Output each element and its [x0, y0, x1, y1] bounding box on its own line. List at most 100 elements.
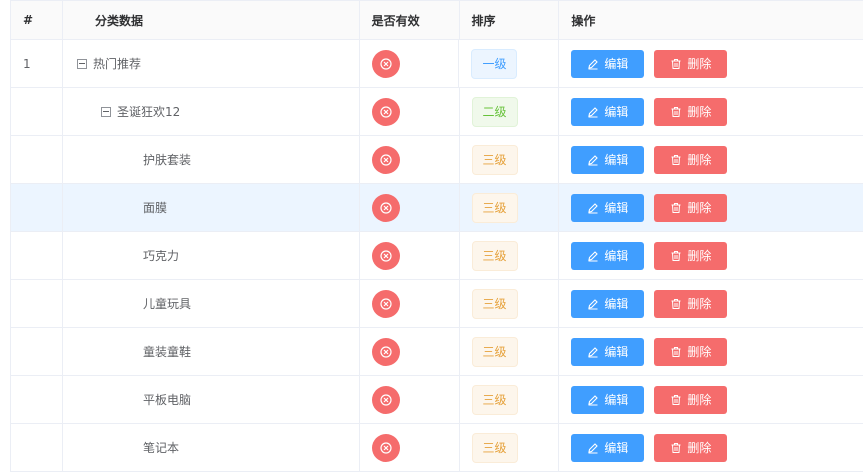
edit-button[interactable]: 编辑 — [571, 193, 645, 222]
table-row[interactable]: 1 热门推荐 一级 编辑 删除 — [11, 40, 863, 88]
delete-button[interactable]: 删除 — [654, 49, 728, 78]
category-name-cell: 巧克力 — [63, 232, 360, 279]
table-row[interactable]: 平板电脑 三级 编辑 删除 — [11, 376, 863, 424]
order-cell: 三级 — [460, 184, 560, 231]
delete-button[interactable]: 删除 — [654, 193, 728, 222]
edit-button[interactable]: 编辑 — [571, 385, 645, 414]
order-cell: 三级 — [460, 232, 560, 279]
delete-button[interactable]: 删除 — [654, 241, 728, 270]
edit-label: 编辑 — [604, 249, 629, 263]
category-name-cell: 童装童鞋 — [63, 328, 360, 375]
collapse-icon[interactable] — [76, 58, 87, 69]
edit-button[interactable]: 编辑 — [571, 241, 645, 270]
order-tag: 三级 — [471, 192, 518, 223]
edit-button[interactable]: 编辑 — [571, 97, 645, 126]
edit-label: 编辑 — [604, 345, 629, 359]
actions-cell: 编辑 删除 — [559, 184, 863, 231]
table-body: 1 热门推荐 一级 编辑 删除 圣诞狂欢12 二级 编辑 删除 护肤套装 三级 编辑 删除 面膜 三级 编辑删… — [11, 40, 863, 472]
valid-cell — [360, 136, 460, 183]
table-header: # 分类数据 是否有效 排序 操作 — [11, 1, 863, 40]
order-cell: 三级 — [460, 376, 560, 423]
category-name-cell: 护肤套装 — [63, 136, 360, 183]
close-circle-icon — [371, 433, 400, 462]
category-name: 巧克力 — [142, 249, 179, 263]
valid-cell — [360, 184, 460, 231]
header-order: 排序 — [460, 1, 560, 39]
edit-icon — [587, 394, 599, 406]
category-name: 护肤套装 — [142, 153, 191, 167]
order-tag: 三级 — [471, 288, 518, 319]
category-name: 热门推荐 — [92, 57, 141, 71]
category-name: 儿童玩具 — [142, 297, 191, 311]
delete-button[interactable]: 删除 — [654, 145, 728, 174]
trash-icon — [670, 394, 682, 406]
table-row[interactable]: 护肤套装 三级 编辑 删除 — [11, 136, 863, 184]
delete-label: 删除 — [687, 345, 712, 359]
trash-icon — [670, 106, 682, 118]
collapse-icon[interactable] — [100, 106, 111, 117]
order-tag: 三级 — [471, 384, 518, 415]
trash-icon — [670, 250, 682, 262]
category-name: 面膜 — [142, 201, 167, 215]
edit-button[interactable]: 编辑 — [571, 433, 645, 462]
header-index: # — [11, 1, 63, 39]
edit-label: 编辑 — [604, 297, 629, 311]
trash-icon — [670, 154, 682, 166]
header-name: 分类数据 — [63, 1, 360, 39]
order-tag: 三级 — [471, 144, 518, 175]
valid-cell — [360, 232, 460, 279]
order-tag: 二级 — [471, 96, 518, 127]
edit-label: 编辑 — [604, 201, 629, 215]
edit-button[interactable]: 编辑 — [571, 289, 645, 318]
delete-label: 删除 — [687, 249, 712, 263]
table-row[interactable]: 儿童玩具 三级 编辑 删除 — [11, 280, 863, 328]
table-row[interactable]: 圣诞狂欢12 二级 编辑 删除 — [11, 88, 863, 136]
delete-button[interactable]: 删除 — [654, 385, 728, 414]
edit-icon — [587, 442, 599, 454]
order-cell: 二级 — [460, 88, 560, 135]
table-row[interactable]: 面膜 三级 编辑 删除 — [11, 184, 863, 232]
table-row[interactable]: 巧克力 三级 编辑 删除 — [11, 232, 863, 280]
delete-label: 删除 — [687, 297, 712, 311]
row-index — [11, 232, 63, 279]
category-name-cell: 平板电脑 — [63, 376, 360, 423]
trash-icon — [670, 58, 682, 70]
row-index — [11, 328, 63, 375]
category-name: 圣诞狂欢12 — [116, 105, 181, 119]
order-tag: 三级 — [471, 432, 518, 463]
category-name: 平板电脑 — [142, 393, 191, 407]
delete-button[interactable]: 删除 — [654, 289, 728, 318]
edit-button[interactable]: 编辑 — [571, 337, 645, 366]
category-name-cell: 笔记本 — [63, 424, 360, 471]
category-name-cell: 热门推荐 — [63, 40, 360, 87]
edit-button[interactable]: 编辑 — [571, 49, 645, 78]
edit-label: 编辑 — [604, 57, 629, 71]
edit-label: 编辑 — [604, 441, 629, 455]
actions-cell: 编辑 删除 — [559, 328, 863, 375]
valid-cell — [360, 88, 460, 135]
edit-icon — [587, 298, 599, 310]
category-name-cell: 圣诞狂欢12 — [63, 88, 360, 135]
valid-cell — [360, 376, 460, 423]
close-circle-icon — [371, 337, 400, 366]
actions-cell: 编辑 删除 — [559, 40, 863, 87]
edit-label: 编辑 — [604, 393, 629, 407]
actions-cell: 编辑 删除 — [559, 280, 863, 327]
edit-label: 编辑 — [604, 105, 629, 119]
table-row[interactable]: 笔记本 三级 编辑 删除 — [11, 424, 863, 472]
row-index: 1 — [11, 40, 63, 87]
delete-button[interactable]: 删除 — [654, 337, 728, 366]
delete-button[interactable]: 删除 — [654, 433, 728, 462]
row-index — [11, 136, 63, 183]
delete-button[interactable]: 删除 — [654, 97, 728, 126]
order-cell: 三级 — [460, 136, 560, 183]
delete-label: 删除 — [687, 57, 712, 71]
edit-button[interactable]: 编辑 — [571, 145, 645, 174]
delete-label: 删除 — [687, 441, 712, 455]
category-name: 童装童鞋 — [142, 345, 191, 359]
edit-icon — [587, 106, 599, 118]
delete-label: 删除 — [687, 105, 712, 119]
header-valid: 是否有效 — [360, 1, 460, 39]
valid-cell — [360, 40, 460, 87]
table-row[interactable]: 童装童鞋 三级 编辑 删除 — [11, 328, 863, 376]
